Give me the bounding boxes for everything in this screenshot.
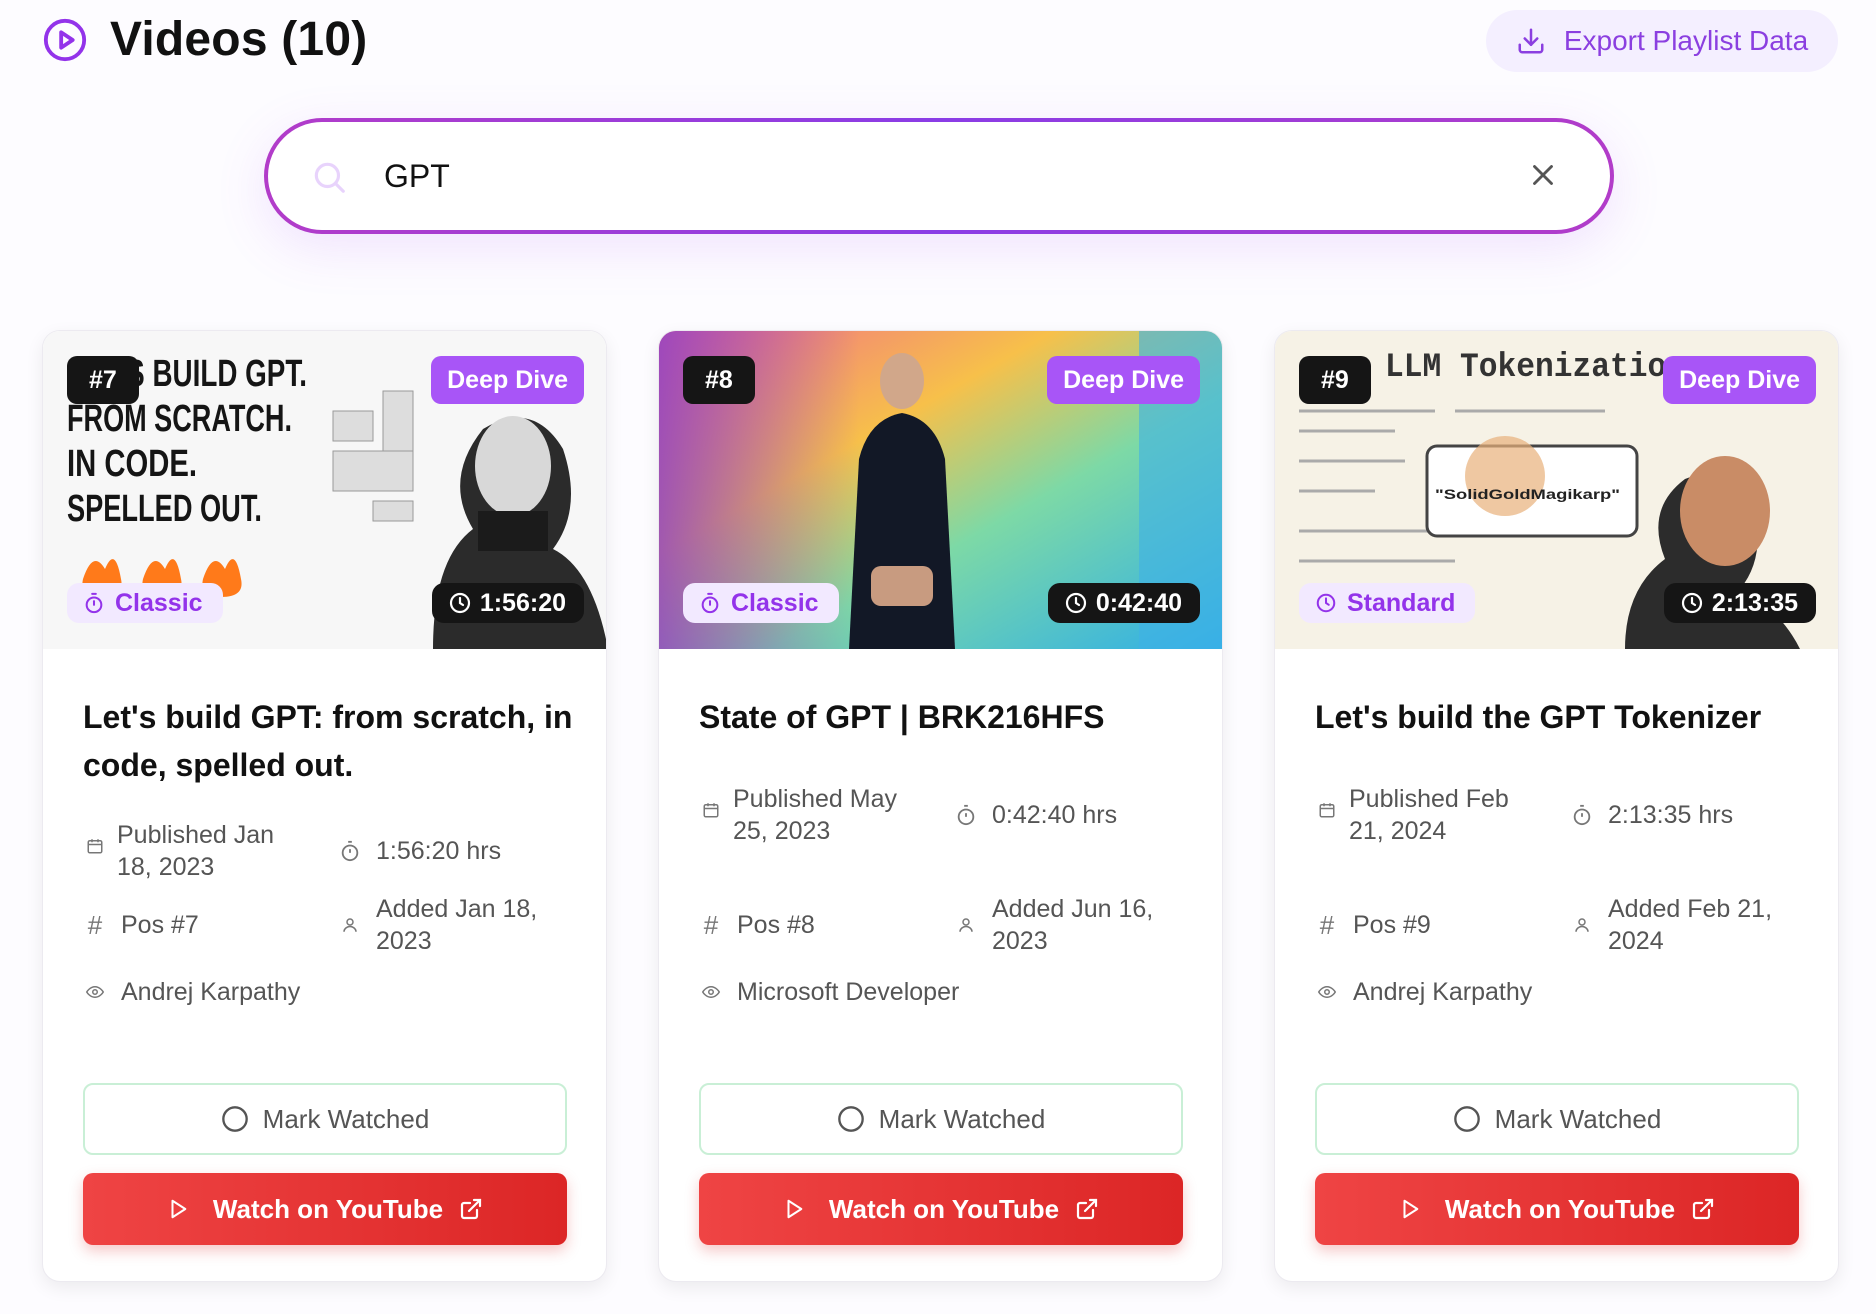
play-circle-icon (42, 17, 88, 63)
channel-label: Andrej Karpathy (121, 978, 301, 1006)
video-card: LET'S BUILD GPT. FROM SCRATCH. IN CODE. … (42, 330, 607, 1282)
search-bar (264, 118, 1614, 234)
duration-hrs: 2:13:35 hrs (1570, 799, 1733, 831)
channel-name: Microsoft Developer (699, 976, 959, 1008)
added-date: Added Feb 21, 2024 (1570, 893, 1780, 957)
published-label: Published Feb 21, 2024 (1349, 785, 1509, 845)
watch-youtube-label: Watch on YouTube (828, 1193, 1060, 1224)
circle-icon (1453, 1105, 1481, 1133)
eye-icon (83, 983, 107, 1001)
calendar-icon (699, 801, 723, 819)
eye-icon (1315, 983, 1339, 1001)
added-label: Added Feb 21, 2024 (1608, 895, 1773, 955)
position-label: Pos #9 (1353, 911, 1431, 939)
published-date: Published May 25, 2023 (699, 783, 929, 847)
mark-watched-button[interactable]: Mark Watched (699, 1083, 1183, 1155)
page-title: Videos (10) (110, 13, 368, 66)
mark-watched-button[interactable]: Mark Watched (1315, 1083, 1799, 1155)
published-label: Published May 25, 2023 (733, 785, 897, 845)
watch-youtube-button[interactable]: Watch on YouTube (83, 1173, 567, 1245)
added-date: Added Jan 18, 2023 (338, 893, 548, 957)
mark-watched-label: Mark Watched (878, 1103, 1046, 1134)
playlist-position: # Pos #7 (83, 909, 199, 941)
export-playlist-button[interactable]: Export Playlist Data (1486, 10, 1838, 72)
external-link-icon (459, 1197, 483, 1221)
channel-label: Andrej Karpathy (1353, 978, 1533, 1006)
eye-icon (699, 983, 723, 1001)
export-label: Export Playlist Data (1563, 25, 1809, 56)
search-box (268, 122, 1610, 230)
play-icon (167, 1197, 189, 1221)
published-date: Published Feb 21, 2024 (1315, 783, 1545, 847)
play-icon (1399, 1197, 1421, 1221)
circle-icon (837, 1105, 865, 1133)
clear-search-icon[interactable] (1526, 158, 1560, 197)
calendar-icon (83, 837, 107, 855)
hash-icon: # (703, 910, 719, 940)
watch-youtube-button[interactable]: Watch on YouTube (1315, 1173, 1799, 1245)
external-link-icon (1075, 1197, 1099, 1221)
hash-icon: # (1319, 910, 1335, 940)
published-date: Published Jan 18, 2023 (83, 819, 313, 883)
channel-label: Microsoft Developer (737, 978, 960, 1006)
playlist-position: # Pos #9 (1315, 909, 1431, 941)
watch-youtube-label: Watch on YouTube (212, 1193, 444, 1224)
user-icon (338, 916, 362, 934)
channel-name: Andrej Karpathy (83, 976, 300, 1008)
added-label: Added Jun 16, 2023 (992, 895, 1154, 955)
stopwatch-icon (1570, 804, 1594, 826)
video-card: LLM Tokenization "SolidGoldMagikarp" #9 … (1274, 330, 1839, 1282)
user-icon (954, 916, 978, 934)
duration-hrs-label: 0:42:40 hrs (992, 801, 1118, 829)
video-card: #8 Deep Dive Classic 0:42:40 State of GP… (658, 330, 1223, 1282)
duration-hrs-label: 2:13:35 hrs (1608, 801, 1734, 829)
calendar-icon (1315, 801, 1339, 819)
watch-youtube-label: Watch on YouTube (1444, 1193, 1676, 1224)
published-label: Published Jan 18, 2023 (117, 821, 275, 881)
external-link-icon (1691, 1197, 1715, 1221)
channel-name: Andrej Karpathy (1315, 976, 1532, 1008)
circle-icon (221, 1105, 249, 1133)
playlist-position: # Pos #8 (699, 909, 815, 941)
duration-hrs-label: 1:56:20 hrs (376, 837, 502, 865)
mark-watched-label: Mark Watched (1494, 1103, 1662, 1134)
mark-watched-label: Mark Watched (262, 1103, 430, 1134)
added-label: Added Jan 18, 2023 (376, 895, 538, 955)
position-label: Pos #7 (121, 911, 199, 939)
hash-icon: # (87, 910, 103, 940)
duration-hrs: 1:56:20 hrs (338, 835, 501, 867)
position-label: Pos #8 (737, 911, 815, 939)
page-header: Videos (10) Export Playlist Data (0, 0, 1876, 90)
added-date: Added Jun 16, 2023 (954, 893, 1164, 957)
search-input[interactable] (384, 144, 1434, 208)
duration-hrs: 0:42:40 hrs (954, 799, 1117, 831)
title-group: Videos (10) (42, 12, 367, 67)
download-icon (1516, 26, 1546, 56)
user-icon (1570, 916, 1594, 934)
stopwatch-icon (954, 804, 978, 826)
play-icon (783, 1197, 805, 1221)
watch-youtube-button[interactable]: Watch on YouTube (699, 1173, 1183, 1245)
stopwatch-icon (338, 840, 362, 862)
mark-watched-button[interactable]: Mark Watched (83, 1083, 567, 1155)
search-icon (310, 158, 348, 201)
